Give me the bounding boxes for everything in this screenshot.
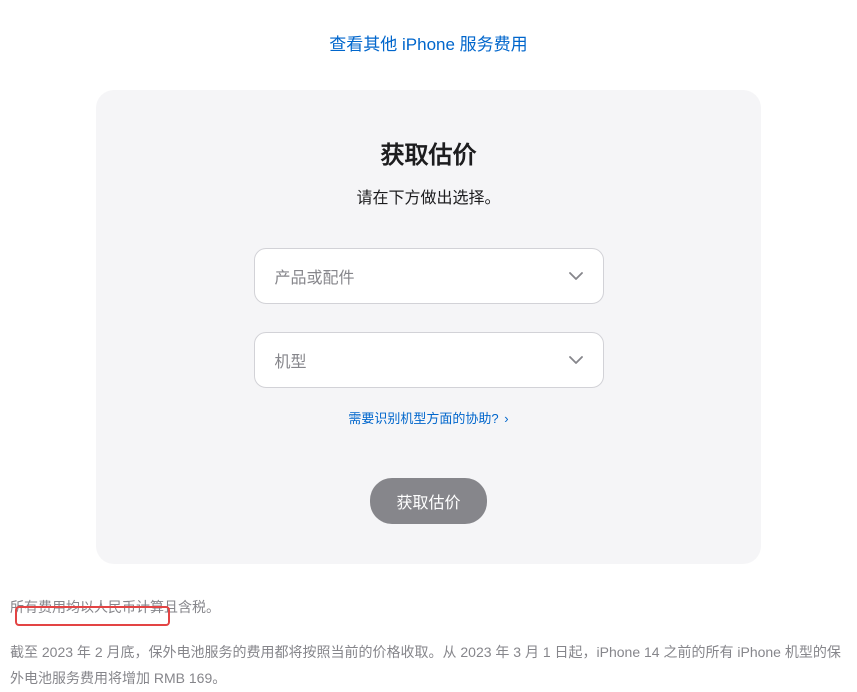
note-line-2: 截至 2023 年 2 月底，保外电池服务的费用都将按照当前的价格收取。从 20… [10, 639, 847, 692]
estimate-card: 获取估价 请在下方做出选择。 产品或配件 机型 需要识别机型方面的协助? › 获… [96, 90, 761, 564]
top-link-container: 查看其他 iPhone 服务费用 [0, 0, 857, 75]
card-title: 获取估价 [136, 135, 721, 170]
model-select-placeholder: 机型 [275, 348, 569, 372]
chevron-right-icon: › [501, 411, 509, 426]
footer-notes: 所有费用均以人民币计算且含税。 截至 2023 年 2 月底，保外电池服务的费用… [0, 564, 857, 692]
product-select-placeholder: 产品或配件 [275, 264, 569, 288]
help-link-container: 需要识别机型方面的协助? › [136, 408, 721, 428]
card-subtitle: 请在下方做出选择。 [136, 184, 721, 208]
see-other-services-link[interactable]: 查看其他 iPhone 服务费用 [329, 35, 527, 54]
help-link-label: 需要识别机型方面的协助? [348, 411, 498, 426]
chevron-down-icon [569, 351, 583, 369]
note-line-1: 所有费用均以人民币计算且含税。 [10, 594, 847, 621]
identify-model-help-link[interactable]: 需要识别机型方面的协助? › [348, 411, 508, 426]
get-estimate-button[interactable]: 获取估价 [370, 478, 486, 524]
model-select[interactable]: 机型 [254, 332, 604, 388]
product-select[interactable]: 产品或配件 [254, 248, 604, 304]
chevron-down-icon [569, 267, 583, 285]
